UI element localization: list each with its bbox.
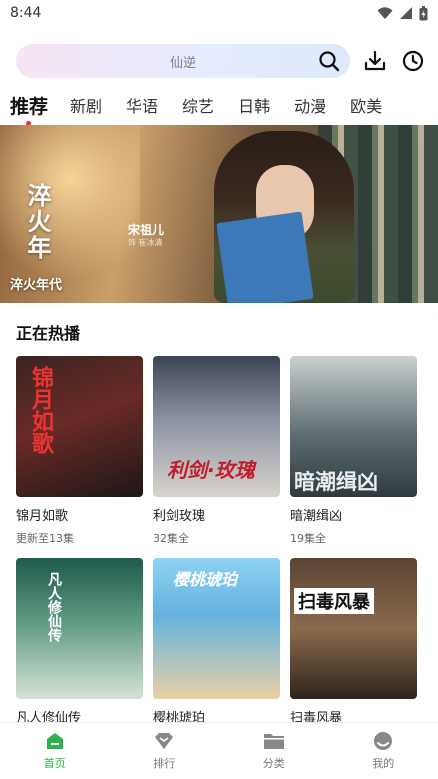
download-button[interactable] [362,48,388,74]
banner-actor-role: 饰 崔冰清 [128,238,163,247]
show-poster: 暗潮缉凶 [290,356,417,497]
home-icon [46,733,63,749]
banner-folder [216,211,314,303]
tab-japan-korea[interactable]: 日韩 [238,96,270,118]
search-placeholder: 仙逆 [169,55,196,71]
poster-title: 暗潮缉凶 [294,470,378,494]
show-title: 利剑玫瑰 [153,509,206,524]
download-icon [364,50,386,71]
status-icons [377,5,428,21]
search-bar[interactable]: 仙逆 [16,44,350,78]
poster-title: 锦月如歌 [28,366,53,454]
profile-icon [374,732,393,750]
show-grid: 锦月如歌 锦月如歌 更新至13集 利剑·玫瑰 利剑玫瑰 32集全 暗潮缉凶 暗潮… [16,356,418,760]
tab-new-series[interactable]: 新剧 [70,96,102,118]
tab-recommend[interactable]: 推荐 [10,96,48,126]
nav-category[interactable]: 分类 [219,723,329,779]
tab-western[interactable]: 欧美 [350,96,382,118]
wifi-icon [377,7,393,19]
poster-title: 扫毒风暴 [294,588,374,614]
status-bar: 8:44 [0,0,438,26]
status-time: 8:44 [10,5,42,21]
tab-anime[interactable]: 动漫 [294,96,326,118]
poster-title: 樱桃琥珀 [173,570,238,589]
nav-home[interactable]: 首页 [0,723,110,779]
nav-profile[interactable]: 我的 [329,723,438,779]
poster-title: 凡人修仙传 [46,572,62,642]
search-row: 仙逆 [16,44,426,78]
show-poster: 利剑·玫瑰 [153,356,280,497]
nav-label: 分类 [262,757,285,770]
tab-variety[interactable]: 综艺 [182,96,214,118]
poster-title: 利剑·玫瑰 [167,458,255,482]
banner-actor-name: 宋祖儿 [128,223,165,237]
show-card[interactable]: 利剑·玫瑰 利剑玫瑰 32集全 [153,356,280,558]
show-poster: 扫毒风暴 [290,558,417,699]
clock-icon [402,50,424,72]
show-title: 锦月如歌 [16,509,69,524]
banner-title: 淬火年代 [10,278,63,293]
show-episodes: 更新至13集 [16,532,74,545]
section-title: 正在热播 [16,324,81,343]
search-icon[interactable] [318,50,340,72]
show-card[interactable]: 锦月如歌 锦月如歌 更新至13集 [16,356,143,558]
nav-label: 首页 [43,757,66,770]
battery-icon [419,5,428,20]
nav-label: 我的 [372,757,395,770]
bottom-nav: 首页 排行 分类 我的 [0,722,438,779]
signal-icon [400,7,412,19]
ranking-icon [155,733,174,749]
show-episodes: 19集全 [290,532,326,545]
show-poster: 凡人修仙传 [16,558,143,699]
featured-banner[interactable]: 淬火年 宋祖儿 饰 崔冰清 淬火年代 [0,125,438,303]
folder-icon [263,734,284,749]
banner-vertical-title: 淬火年 [23,183,51,261]
category-tabs: 推荐 新剧 华语 综艺 日韩 动漫 欧美 [10,90,438,126]
show-title: 暗潮缉凶 [290,509,343,524]
nav-ranking[interactable]: 排行 [110,723,220,779]
tab-chinese[interactable]: 华语 [126,96,158,118]
show-poster: 樱桃琥珀 [153,558,280,699]
show-poster: 锦月如歌 [16,356,143,497]
history-button[interactable] [400,48,426,74]
show-card[interactable]: 暗潮缉凶 暗潮缉凶 19集全 [290,356,417,558]
nav-label: 排行 [153,757,176,770]
show-episodes: 32集全 [153,532,189,545]
